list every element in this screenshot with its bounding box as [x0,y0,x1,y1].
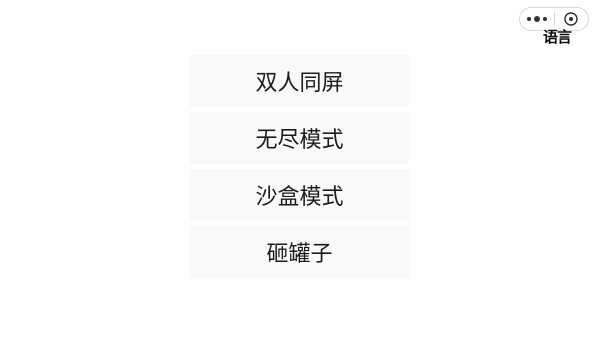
more-dots-icon-center [533,16,540,22]
more-dots-icon [526,17,531,21]
menu-item-sandbox-mode[interactable]: 沙盒模式 [190,169,409,221]
main-menu: 双人同屏 无尽模式 沙盒模式 砸罐子 [190,55,409,279]
close-icon [564,12,578,26]
menu-item-smash-jars[interactable]: 砸罐子 [190,226,409,278]
language-button[interactable]: 语言 [537,27,577,47]
menu-item-endless-mode[interactable]: 无尽模式 [190,112,409,164]
more-dots-icon-end [542,17,547,21]
menu-item-two-player[interactable]: 双人同屏 [190,55,409,107]
